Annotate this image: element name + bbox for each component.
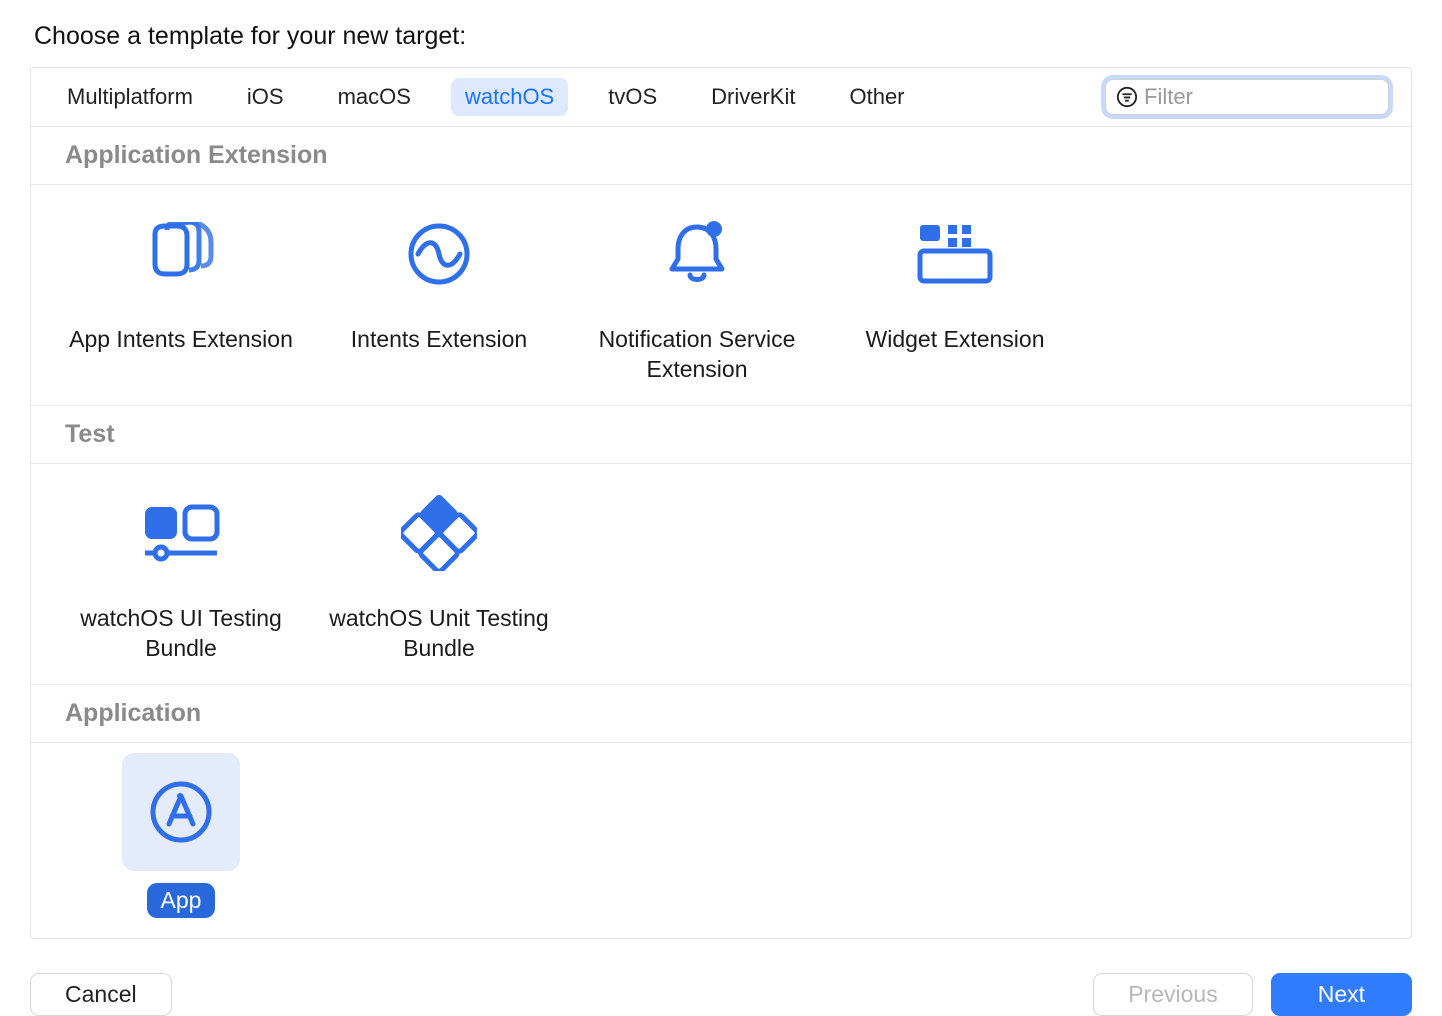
notification-icon [662,219,732,289]
app-icon [149,780,213,844]
template-label: Notification Service Extension [577,325,817,385]
filter-icon [1116,86,1138,108]
template-label: Intents Extension [351,325,527,355]
widget-icon [916,221,994,287]
intents-icon [406,221,472,287]
ui-testing-icon [139,503,223,563]
template-label: watchOS UI Testing Bundle [61,604,301,664]
next-button[interactable]: Next [1271,973,1412,1016]
template-watchos-ui-testing-bundle[interactable]: watchOS UI Testing Bundle [61,474,301,664]
tab-ios[interactable]: iOS [233,78,298,116]
filter-input[interactable] [1144,84,1378,110]
section-header-test: Test [31,406,1411,464]
template-panel: Multiplatform iOS macOS watchOS tvOS Dri… [30,67,1412,939]
tab-watchos[interactable]: watchOS [451,78,568,116]
tab-macos[interactable]: macOS [324,78,425,116]
sheet-title: Choose a template for your new target: [34,22,1412,51]
previous-button[interactable]: Previous [1093,973,1252,1016]
section-header-application-extension: Application Extension [31,127,1411,185]
platform-tab-bar: Multiplatform iOS macOS watchOS tvOS Dri… [31,68,1411,127]
section-body-application-extension: App Intents Extension Intents Extension [31,185,1411,406]
section-body-application: App [31,743,1411,939]
template-intents-extension[interactable]: Intents Extension [319,195,559,385]
template-app[interactable]: App [61,753,301,919]
app-intents-icon [145,222,217,286]
tab-tvos[interactable]: tvOS [594,78,671,116]
cancel-button[interactable]: Cancel [30,973,172,1016]
tab-other[interactable]: Other [835,78,918,116]
unit-testing-icon [401,495,477,571]
template-widget-extension[interactable]: Widget Extension [835,195,1075,385]
template-watchos-unit-testing-bundle[interactable]: watchOS Unit Testing Bundle [319,474,559,664]
template-label: watchOS Unit Testing Bundle [319,604,559,664]
platform-tabs: Multiplatform iOS macOS watchOS tvOS Dri… [53,78,919,116]
template-label: Widget Extension [866,325,1045,355]
template-label: App [147,883,216,919]
template-notification-service-extension[interactable]: Notification Service Extension [577,195,817,385]
section-header-application: Application [31,685,1411,743]
footer: Cancel Previous Next [30,939,1412,1016]
section-body-test: watchOS UI Testing Bundle watchOS Unit T… [31,464,1411,685]
template-label: App Intents Extension [69,325,293,355]
tab-multiplatform[interactable]: Multiplatform [53,78,207,116]
tab-driverkit[interactable]: DriverKit [697,78,809,116]
filter-field[interactable] [1105,79,1389,115]
template-app-intents-extension[interactable]: App Intents Extension [61,195,301,385]
